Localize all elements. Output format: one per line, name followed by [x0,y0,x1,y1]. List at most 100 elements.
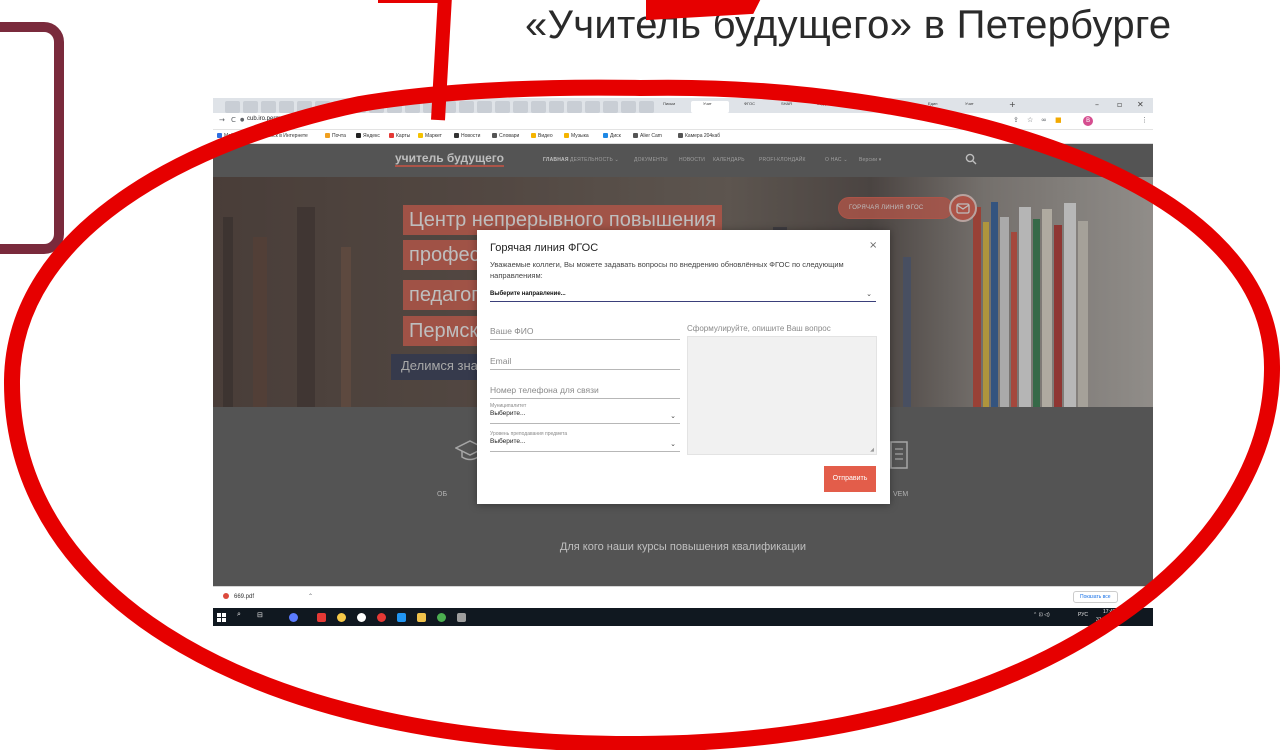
app-icon[interactable] [337,613,346,622]
bookmark-item[interactable]: Карты [389,133,410,139]
bookmark-item[interactable]: Поиск в Интернете [257,133,308,139]
bookmark-item[interactable]: Камера 204каб [678,133,720,139]
browser-tab-label[interactable]: берд [817,101,826,106]
email-field[interactable]: Email [490,354,680,370]
browser-tab-label[interactable]: ФГОС [744,101,755,106]
browser-tab-label[interactable]: Учит [703,101,712,106]
bookmark-item[interactable]: Музыка [564,133,589,139]
share-icon[interactable]: ⇪ [1013,116,1019,124]
bookmark-item[interactable]: Маркет [418,133,442,139]
menu-kebab-icon[interactable]: ⋮ [1141,116,1148,124]
bookmark-star-icon[interactable]: ☆ [1027,116,1033,124]
reload-icon[interactable]: C [231,116,236,124]
tray-icons[interactable]: ⌃ ⊡ ◁) [1033,612,1050,618]
browser-tab-label[interactable]: SHAR [781,101,792,106]
browser-tab[interactable] [243,101,258,113]
url-input[interactable]: cub.iro.perm.ru [247,116,287,122]
fio-field[interactable]: Ваше ФИО [490,324,680,340]
clock-date[interactable]: 31.01.2023 [1096,617,1121,623]
keyboard-language[interactable]: РУС [1078,612,1088,618]
phone-field[interactable]: Номер телефона для связи [490,383,680,399]
app-icon[interactable] [289,613,298,622]
bookmark-item[interactable]: Словари [492,133,519,139]
teaching-level-select[interactable]: Уровень преподавания предмета Выберите..… [490,430,680,452]
browser-tab-label[interactable]: Письм [663,101,675,106]
extension-icon[interactable]: ∞ [1041,116,1047,124]
browser-tab[interactable] [369,101,384,113]
browser-tab[interactable] [315,101,330,113]
browser-tab[interactable] [261,101,276,113]
new-tab-icon[interactable]: + [1009,100,1016,109]
clock-time[interactable]: 17:43 [1103,609,1116,615]
browser-tab[interactable] [423,101,438,113]
bookmark-item[interactable]: Mail.Ru [217,133,241,139]
minimize-icon[interactable]: – [1095,100,1099,109]
app-icon[interactable] [457,613,466,622]
browser-tab[interactable] [297,101,312,113]
modal-intro-text: Уважаемые коллеги, Вы можете задавать во… [490,260,844,280]
browser-tab[interactable] [585,101,600,113]
question-textarea[interactable]: ◢ [687,336,877,455]
file-explorer-icon[interactable] [417,613,426,622]
bookmark-item[interactable]: Почта [325,133,346,139]
teaching-level-label: Уровень преподавания предмета [490,431,568,437]
browser-tab[interactable] [279,101,294,113]
municipality-select[interactable]: Муниципалитет Выберите... ⌄ [490,402,680,424]
browser-tab[interactable] [225,101,240,113]
browser-tab[interactable] [333,101,348,113]
browser-tab[interactable] [387,101,402,113]
bookmark-item[interactable]: Alier Cam [633,133,662,139]
browser-tab[interactable] [567,101,582,113]
browser-tab[interactable] [603,101,618,113]
browser-tab[interactable] [495,101,510,113]
bookmark-item[interactable]: Яндекс [356,133,380,139]
chevron-up-icon[interactable]: ⌃ [308,593,313,600]
task-view-icon[interactable]: ⊟ [257,611,263,619]
download-item[interactable]: 669.pdf [223,593,254,600]
submit-button[interactable]: Отправить [824,466,876,492]
direction-select[interactable]: Выберите направление... ⌄ [490,288,876,302]
app-icon[interactable] [397,613,406,622]
windows-start-icon[interactable] [217,613,226,622]
browser-tab-label[interactable]: спро [854,101,863,106]
address-bar: → C ● cub.iro.perm.ru ⇪ ☆ ∞ ■ В ⋮ [213,113,1153,130]
browser-tab[interactable] [549,101,564,113]
browser-tab-label[interactable]: Учит [965,101,974,106]
teaching-level-value: Выберите... [490,438,526,445]
yandex-icon[interactable] [357,613,366,622]
close-icon[interactable]: × [869,241,877,251]
forward-icon[interactable]: → [219,116,225,124]
search-icon[interactable]: ⌕ [237,611,241,619]
opera-icon[interactable] [317,613,326,622]
yandex-browser-icon[interactable] [377,613,386,622]
direction-select-value: Выберите направление... [490,291,566,297]
chrome-icon[interactable] [437,613,446,622]
browser-tab[interactable] [531,101,546,113]
maximize-icon[interactable]: ▫ [1117,100,1122,109]
browser-tab[interactable] [405,101,420,113]
browser-tab[interactable] [459,101,474,113]
downloads-bar: 669.pdf ⌃ Показать все ✕ [213,586,1153,608]
browser-tab[interactable] [441,101,456,113]
browser-tab[interactable] [477,101,492,113]
bookmark-item[interactable]: Видео [531,133,553,139]
show-all-button[interactable]: Показать все [1073,591,1118,603]
modal-title: Горячая линия ФГОС [490,242,599,254]
browser-tab-label[interactable]: Запи [891,101,900,106]
slide: «Учитель будущего» в Петербурге Письм Уч… [0,0,1281,750]
browser-tab[interactable] [621,101,636,113]
browser-tab[interactable] [513,101,528,113]
browser-tab[interactable] [351,101,366,113]
window-close-icon[interactable]: ✕ [1137,100,1144,109]
slide-headline: «Учитель будущего» в Петербурге [525,3,1172,47]
browser-tab-label[interactable]: Един [928,101,937,106]
lock-icon: ● [240,117,245,123]
close-downloads-icon[interactable]: ✕ [1139,593,1144,600]
extension-icon[interactable]: ■ [1055,116,1062,124]
profile-avatar[interactable]: В [1083,116,1093,126]
bookmark-item[interactable]: Новости [454,133,480,139]
bookmark-item[interactable]: Диск [603,133,621,139]
municipality-value: Выберите... [490,410,526,417]
resize-handle-icon[interactable]: ◢ [870,447,874,453]
browser-tab[interactable] [639,101,654,113]
